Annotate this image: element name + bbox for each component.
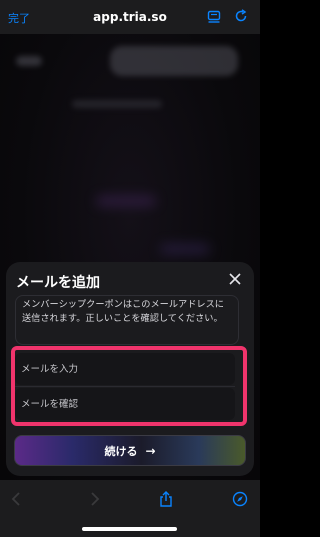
reload-icon[interactable] <box>234 9 248 23</box>
blurred-glow <box>160 244 210 254</box>
coupon-notice: メンバーシップクーポンはこのメールアドレスに送信されます。正しいことを確認してく… <box>15 295 239 345</box>
close-icon[interactable] <box>228 272 242 286</box>
blurred-logo <box>16 56 42 66</box>
forward-icon[interactable] <box>86 491 102 507</box>
browser-bottom-toolbar <box>0 480 260 537</box>
browser-top-bar: 完了 app.tria.so <box>0 0 260 34</box>
blurred-text <box>72 100 162 108</box>
sheet-title: メールを追加 <box>16 275 100 291</box>
blurred-header-button <box>110 46 238 76</box>
reader-icon[interactable] <box>207 10 221 24</box>
continue-label: 続ける <box>104 444 138 458</box>
home-indicator <box>82 527 177 531</box>
back-icon[interactable] <box>9 491 25 507</box>
address-bar-url[interactable]: app.tria.so <box>0 10 260 24</box>
compass-icon[interactable] <box>232 491 248 507</box>
share-icon[interactable] <box>158 491 174 507</box>
continue-button[interactable]: 続ける → <box>14 435 246 466</box>
blurred-glow <box>96 196 156 206</box>
highlight-box <box>11 346 247 426</box>
add-email-sheet: メールを追加 メンバーシップクーポンはこのメールアドレスに送信されます。正しいこ… <box>6 262 254 476</box>
arrow-right-icon: → <box>145 443 156 458</box>
